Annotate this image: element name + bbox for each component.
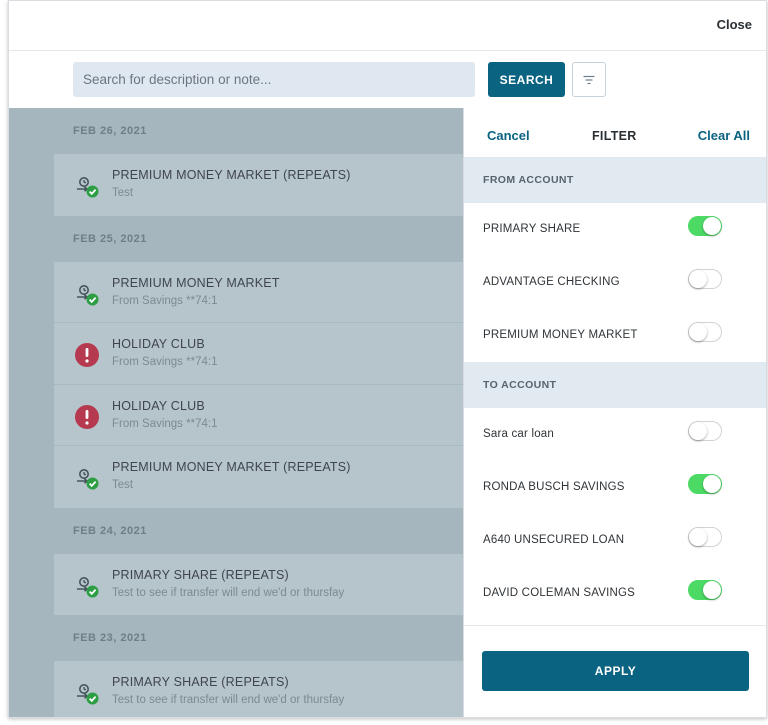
date-header: FEB 23, 2021 bbox=[73, 632, 147, 644]
account-toggle[interactable] bbox=[688, 527, 722, 547]
to-account-list: Sara car loan RONDA BUSCH SAVINGS A640 UNS… bbox=[464, 408, 766, 620]
apply-button[interactable]: APPLY bbox=[482, 651, 749, 691]
filter-account-label: ADVANTAGE CHECKING bbox=[483, 276, 620, 288]
transaction-row[interactable]: PRIMARY SHARE (REPEATS) Test to see if tr… bbox=[54, 661, 463, 717]
filter-row: RONDA BUSCH SAVINGS bbox=[464, 461, 766, 514]
search-input[interactable] bbox=[73, 62, 475, 97]
transfer-check-icon bbox=[74, 173, 100, 199]
account-toggle[interactable] bbox=[688, 474, 722, 494]
search-row: SEARCH bbox=[9, 51, 766, 108]
toggle-knob bbox=[703, 475, 721, 493]
transaction-list: FEB 26, 2021 PREMIUM MONEY MARKET (REPEAT… bbox=[9, 108, 463, 717]
to-account-header: TO ACCOUNT bbox=[464, 362, 766, 408]
toggle-knob bbox=[689, 528, 707, 546]
transfer-check-icon bbox=[74, 465, 100, 491]
transaction-subtitle: Test to see if transfer will end we'd or… bbox=[112, 694, 345, 706]
transfer-check-icon bbox=[74, 573, 100, 599]
from-account-header: FROM ACCOUNT bbox=[464, 157, 766, 203]
filter-account-label: A640 UNSECURED LOAN bbox=[483, 534, 625, 546]
filter-row: A640 UNSECURED LOAN bbox=[464, 514, 766, 567]
date-header: FEB 26, 2021 bbox=[73, 125, 147, 137]
transaction-group: PRIMARY SHARE (REPEATS) Test to see if tr… bbox=[54, 553, 463, 616]
filter-panel-header: Cancel FILTER Clear All bbox=[464, 108, 766, 157]
from-account-list: PRIMARY SHARE ADVANTAGE CHECKING PREMIUM M… bbox=[464, 203, 766, 362]
transfer-history-modal: Close SEARCH FEB 26, 2021 PREMIUM MONEY M… bbox=[8, 0, 767, 718]
close-button[interactable]: Close bbox=[717, 17, 752, 32]
transaction-subtitle: From Savings **74:1 bbox=[112, 417, 218, 430]
filter-account-label: PRIMARY SHARE bbox=[483, 223, 581, 235]
date-header: FEB 24, 2021 bbox=[73, 524, 147, 537]
filter-button[interactable] bbox=[572, 62, 606, 97]
transaction-title: PRIMARY SHARE (REPEATS) bbox=[112, 675, 289, 689]
transaction-title: HOLIDAY CLUB bbox=[112, 337, 205, 351]
alert-icon bbox=[74, 342, 100, 368]
transaction-group: PREMIUM MONEY MARKET (REPEATS) Test bbox=[54, 154, 463, 216]
transaction-title: PRIMARY SHARE (REPEATS) bbox=[112, 567, 289, 582]
filter-row: Sara car loan bbox=[464, 408, 766, 461]
toggle-knob bbox=[703, 581, 721, 599]
date-header: FEB 25, 2021 bbox=[73, 232, 147, 245]
top-bar: Close bbox=[9, 1, 766, 51]
transaction-row[interactable]: PRIMARY SHARE (REPEATS) Test to see if tr… bbox=[54, 554, 463, 616]
toggle-knob bbox=[689, 422, 707, 440]
filter-title: FILTER bbox=[592, 129, 637, 143]
filter-icon bbox=[583, 75, 595, 84]
filter-account-label: RONDA BUSCH SAVINGS bbox=[483, 481, 625, 493]
toggle-knob bbox=[689, 270, 707, 288]
transaction-row[interactable]: HOLIDAY CLUB From Savings **74:1 bbox=[54, 323, 463, 385]
filter-panel-footer: APPLY bbox=[464, 625, 766, 717]
account-toggle[interactable] bbox=[688, 580, 722, 600]
filter-row: DAVID COLEMAN SAVINGS bbox=[464, 567, 766, 620]
transaction-subtitle: Test bbox=[112, 187, 134, 199]
filter-account-label: PREMIUM MONEY MARKET bbox=[483, 329, 638, 341]
filter-account-label: DAVID COLEMAN SAVINGS bbox=[483, 587, 636, 599]
search-button[interactable]: SEARCH bbox=[488, 62, 565, 97]
transaction-row[interactable]: PREMIUM MONEY MARKET (REPEATS) Test bbox=[54, 154, 463, 216]
filter-row: PREMIUM MONEY MARKET bbox=[464, 309, 766, 362]
toggle-knob bbox=[703, 217, 721, 235]
transaction-row[interactable]: PREMIUM MONEY MARKET (REPEATS) Test bbox=[54, 446, 463, 508]
transaction-title: PREMIUM MONEY MARKET (REPEATS) bbox=[112, 460, 351, 474]
account-toggle[interactable] bbox=[688, 421, 722, 441]
filter-account-label: Sara car loan bbox=[483, 428, 554, 440]
transfer-check-icon bbox=[74, 680, 100, 706]
filter-panel: Cancel FILTER Clear All FROM ACCOUNT PRI… bbox=[463, 108, 766, 717]
transaction-title: HOLIDAY CLUB bbox=[112, 398, 205, 413]
transfer-check-icon bbox=[74, 281, 100, 307]
transaction-row[interactable]: HOLIDAY CLUB From Savings **74:1 bbox=[54, 385, 463, 446]
transaction-subtitle: From Savings **74:1 bbox=[112, 294, 218, 307]
transaction-group: PREMIUM MONEY MARKET From Savings **74:1 H… bbox=[54, 261, 463, 508]
transaction-row[interactable]: PREMIUM MONEY MARKET From Savings **74:1 bbox=[54, 262, 463, 323]
transaction-group: PRIMARY SHARE (REPEATS) Test to see if tr… bbox=[54, 661, 463, 717]
transaction-title: PREMIUM MONEY MARKET bbox=[112, 275, 280, 290]
cancel-button[interactable]: Cancel bbox=[487, 128, 530, 143]
filter-row: ADVANTAGE CHECKING bbox=[464, 256, 766, 309]
toggle-knob bbox=[689, 323, 707, 341]
alert-icon bbox=[74, 404, 100, 430]
transaction-title: PREMIUM MONEY MARKET (REPEATS) bbox=[112, 168, 351, 182]
account-toggle[interactable] bbox=[688, 269, 722, 289]
transaction-subtitle: From Savings **74:1 bbox=[112, 356, 218, 368]
filter-row: PRIMARY SHARE bbox=[464, 203, 766, 256]
transaction-subtitle: Test bbox=[112, 479, 134, 491]
transaction-subtitle: Test to see if transfer will end we'd or… bbox=[112, 586, 345, 599]
clear-all-button[interactable]: Clear All bbox=[698, 128, 750, 143]
account-toggle[interactable] bbox=[688, 322, 722, 342]
account-toggle[interactable] bbox=[688, 216, 722, 236]
